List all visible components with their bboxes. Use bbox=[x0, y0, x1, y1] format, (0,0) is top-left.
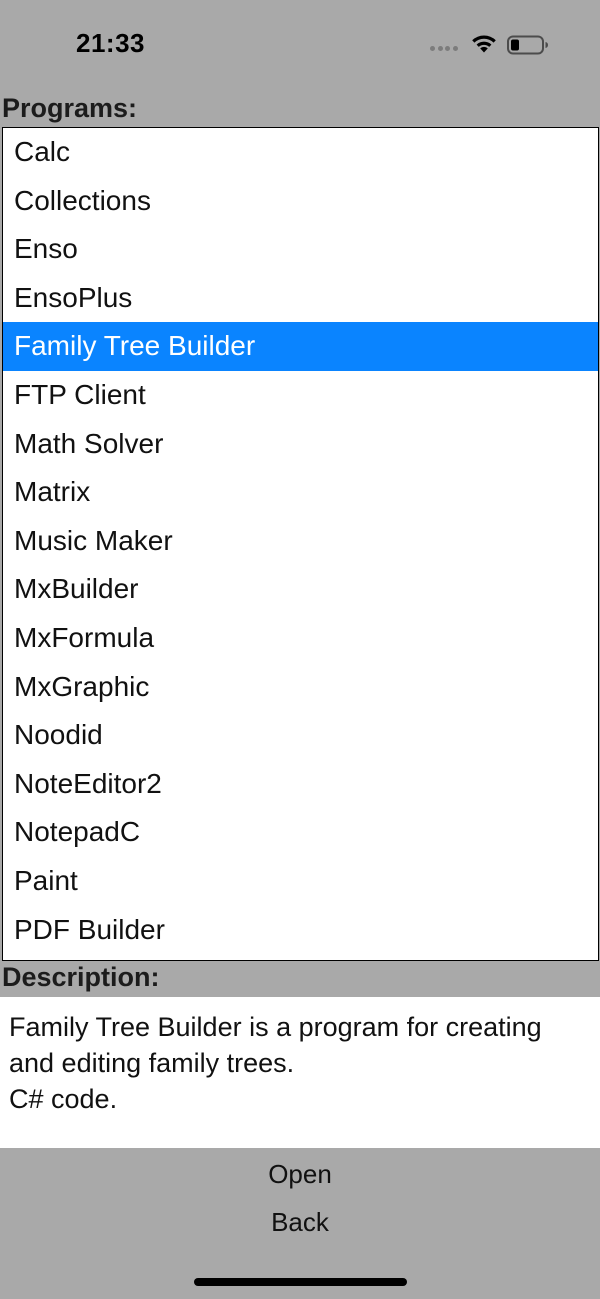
program-list-item[interactable]: PDF Builder bbox=[3, 906, 598, 955]
home-indicator[interactable] bbox=[194, 1278, 407, 1286]
description-box: Family Tree Builder is a program for cre… bbox=[0, 997, 600, 1148]
program-list-item[interactable]: Collections bbox=[3, 177, 598, 226]
program-list-item[interactable]: MxGraphic bbox=[3, 663, 598, 712]
program-list-item[interactable]: Enso bbox=[3, 225, 598, 274]
program-list-item[interactable]: FTP Client bbox=[3, 371, 598, 420]
program-list-item[interactable]: EnsoPlus bbox=[3, 274, 598, 323]
battery-low-icon bbox=[507, 35, 548, 55]
program-list-item[interactable]: Math Solver bbox=[3, 420, 598, 469]
back-button[interactable]: Back bbox=[0, 1200, 600, 1244]
program-list-item[interactable]: Matrix bbox=[3, 468, 598, 517]
program-list-item[interactable]: NotepadC bbox=[3, 808, 598, 857]
status-time: 21:33 bbox=[76, 28, 145, 58]
program-list-item[interactable]: Calc bbox=[3, 128, 598, 177]
program-list-item[interactable]: Paint bbox=[3, 857, 598, 906]
description-text: Family Tree Builder is a program for cre… bbox=[9, 1012, 542, 1114]
program-list-item[interactable]: Family Tree Builder bbox=[3, 322, 598, 371]
program-list-item[interactable]: MxFormula bbox=[3, 614, 598, 663]
program-list[interactable]: Calc Collections Enso EnsoPlus Family Tree B… bbox=[2, 127, 599, 961]
description-label: Description: bbox=[2, 962, 160, 992]
program-list-item[interactable]: Music Maker bbox=[3, 517, 598, 566]
programs-label: Programs: bbox=[2, 93, 138, 123]
program-list-item[interactable]: NoteEditor2 bbox=[3, 760, 598, 809]
signal-dots-icon bbox=[430, 46, 460, 52]
program-browser-screen: 21:33 Programs: Calc Collections Enso EnsoP… bbox=[0, 0, 600, 1299]
open-button[interactable]: Open bbox=[0, 1152, 600, 1196]
program-list-item[interactable]: MxBuilder bbox=[3, 565, 598, 614]
status-bar: 21:33 bbox=[0, 0, 600, 92]
program-list-item[interactable]: Noodid bbox=[3, 711, 598, 760]
wifi-icon bbox=[472, 35, 496, 53]
